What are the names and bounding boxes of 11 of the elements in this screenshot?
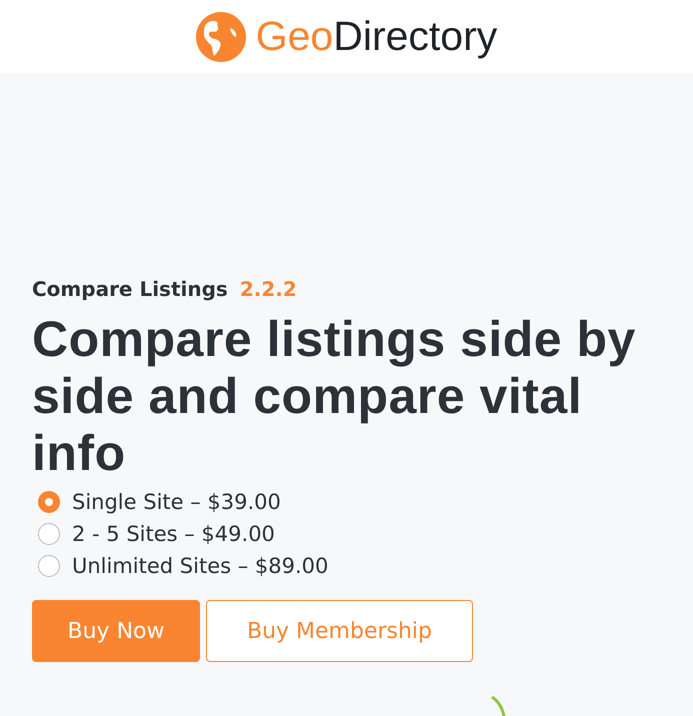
logo-text: GeoDirectory [256,13,498,60]
product-name: Compare Listings [32,277,228,301]
plan-option[interactable]: Unlimited Sites – $89.00 [72,554,328,578]
radio-button[interactable] [38,491,60,513]
radio-button[interactable] [38,555,60,577]
headline: Compare listings side by side and compare vital info [32,311,637,482]
plan-option[interactable]: Single Site – $39.00 [72,490,281,514]
globe-icon [196,12,246,62]
radio-button[interactable] [38,523,60,545]
version-number: 2.2.2 [240,277,297,301]
plan-option[interactable]: 2 - 5 Sites – $49.00 [72,522,275,546]
